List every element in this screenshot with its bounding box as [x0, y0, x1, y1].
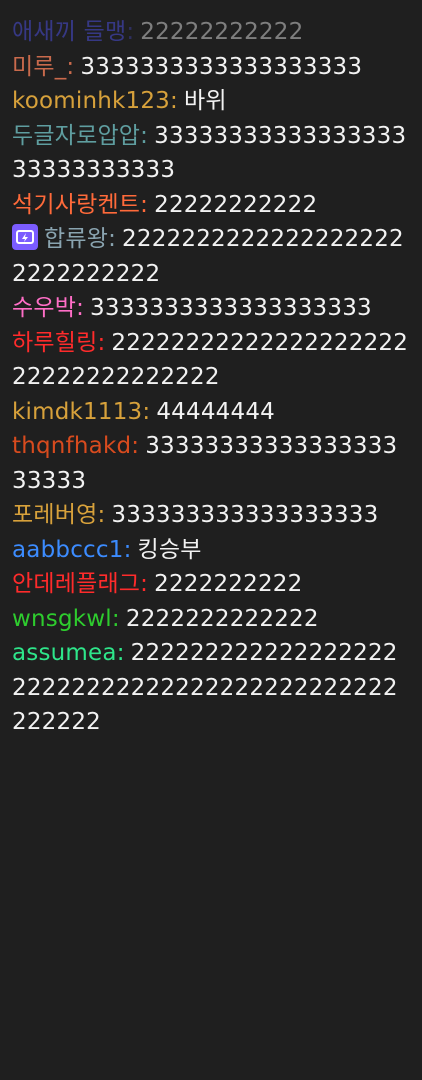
chat-message: koominhk123: 바위: [12, 84, 412, 119]
chat-message: 안데레플래그: 2222222222: [12, 567, 412, 602]
chat-message: assumea: 22222222222222222222222222222222…: [12, 636, 412, 740]
chat-panel: 애새끼 들맹: 22222222222 미루_: 333333333333333333…: [0, 0, 422, 1080]
chat-username[interactable]: 수우박: [12, 295, 76, 321]
chat-username[interactable]: 두글자로압압: [12, 123, 140, 149]
chat-username[interactable]: 포레버영: [12, 502, 97, 528]
chat-message-text: 22222222222: [140, 19, 304, 45]
chat-username-colon: :: [140, 191, 149, 218]
chat-username[interactable]: thqnfhakd: [12, 433, 131, 459]
chat-username-colon: :: [66, 53, 75, 80]
chat-message: kimdk1113: 44444444: [12, 395, 412, 430]
chat-message-text: 2222222222: [154, 571, 303, 597]
chat-username[interactable]: 석기사랑켄트: [12, 192, 140, 218]
chat-username[interactable]: 합류왕: [44, 226, 108, 252]
chat-message: 수우박: 3333333333333333333: [12, 291, 412, 326]
chat-username[interactable]: 안데레플래그: [12, 571, 140, 597]
chat-username-colon: :: [140, 122, 149, 149]
chat-message-text: 333333333333333333: [111, 502, 379, 528]
chat-username[interactable]: koominhk123: [12, 88, 170, 114]
chat-username-colon: :: [142, 398, 151, 425]
chat-username[interactable]: 애새끼 들맹: [12, 19, 126, 45]
chat-message: 석기사랑켄트: 22222222222: [12, 188, 412, 223]
chat-username-colon: :: [131, 433, 140, 459]
chat-message-text: 바위: [183, 88, 227, 114]
chat-message-text: 2222222222222: [125, 605, 319, 632]
chat-message: 합류왕: 22222222222222222222222222222: [12, 222, 412, 291]
chat-message: 애새끼 들맹: 22222222222: [12, 15, 412, 50]
chat-message: 미루_: 3333333333333333333: [12, 50, 412, 85]
chat-username[interactable]: aabbccc1: [12, 537, 124, 563]
chat-message-text: 킹승부: [137, 536, 202, 563]
chat-message-list: 애새끼 들맹: 22222222222 미루_: 333333333333333333…: [12, 15, 422, 740]
chat-username-colon: :: [108, 226, 117, 252]
chat-username-colon: :: [140, 571, 149, 597]
chat-message-text: 3333333333333333333: [80, 53, 363, 80]
chat-message: aabbccc1: 킹승부: [12, 533, 412, 568]
chat-username-colon: :: [111, 605, 120, 632]
chat-username-colon: :: [76, 295, 85, 321]
chat-username-colon: :: [123, 536, 132, 563]
chat-username-colon: :: [126, 19, 135, 45]
chat-username-colon: :: [116, 640, 125, 666]
chat-message: 두글자로압압: 3333333333333333333333333333: [12, 119, 412, 188]
chat-message: thqnfhakd: 3333333333333333333333: [12, 429, 412, 498]
chat-message-text: 44444444: [156, 398, 275, 425]
chat-username[interactable]: 하루힐링: [12, 330, 97, 356]
chat-message: wnsgkwl: 2222222222222: [12, 602, 412, 637]
chat-username[interactable]: assumea: [12, 640, 117, 666]
chat-message: 포레버영: 333333333333333333: [12, 498, 412, 533]
chat-message-text: 22222222222: [154, 191, 318, 218]
chat-username[interactable]: wnsgkwl: [12, 606, 112, 632]
subscriber-badge-icon: [12, 224, 38, 250]
chat-message-text: 3333333333333333333: [90, 295, 372, 321]
chat-username-colon: :: [97, 502, 106, 528]
chat-username-colon: :: [97, 329, 106, 356]
chat-username-colon: :: [170, 88, 178, 114]
chat-message: 하루힐링: 2222222222222222222222222222222222: [12, 326, 412, 395]
chat-username[interactable]: 미루_: [12, 54, 66, 80]
chat-username[interactable]: kimdk1113: [12, 399, 142, 425]
